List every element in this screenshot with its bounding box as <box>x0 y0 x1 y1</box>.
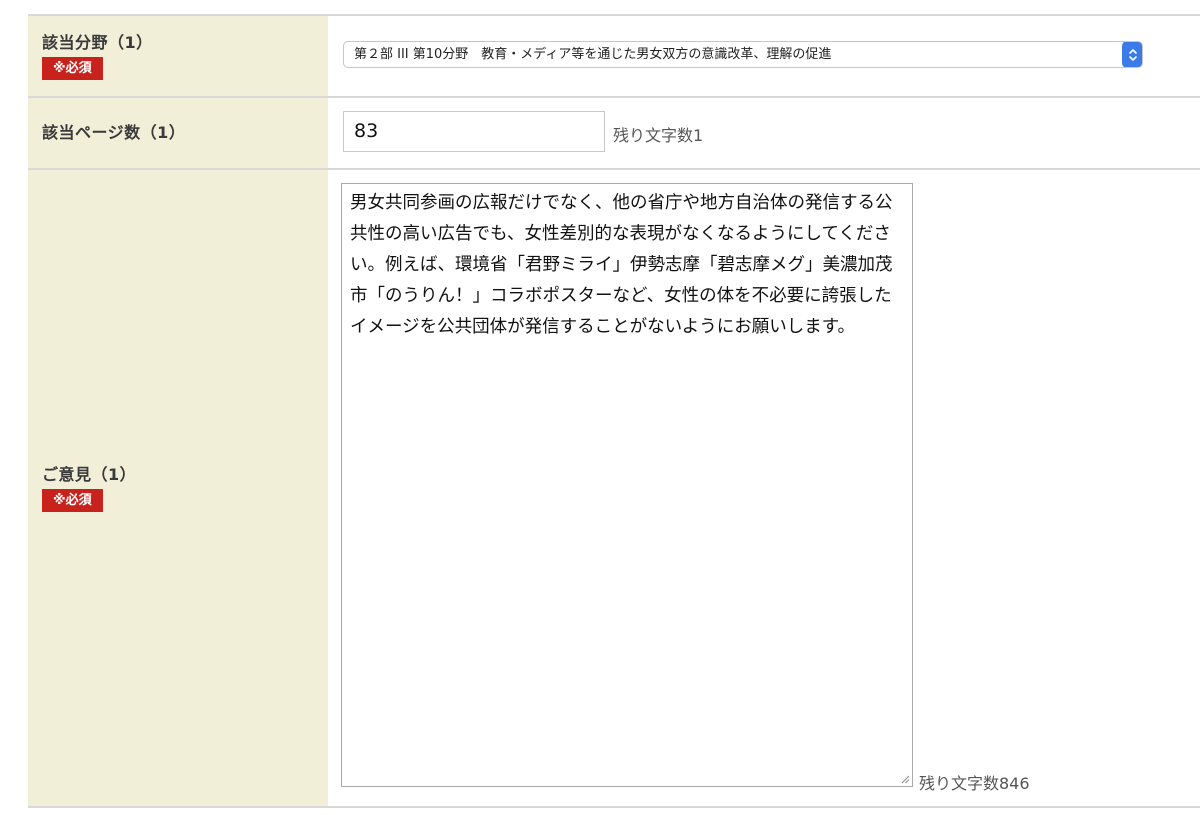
area-value-cell: 第２部 III 第10分野 教育・メディア等を通じた男女双方の意識改革、理解の促… <box>338 16 1200 96</box>
resize-grip-icon[interactable] <box>900 774 910 784</box>
area-select[interactable]: 第２部 III 第10分野 教育・メディア等を通じた男女双方の意識改革、理解の促… <box>343 41 1143 68</box>
area-label-cell: 該当分野（1） ※必須 <box>28 16 328 96</box>
page-number-input[interactable]: 83 <box>343 111 605 152</box>
page-label: 該当ページ数（1） <box>42 123 186 142</box>
form-row-area: 該当分野（1） ※必須 第２部 III 第10分野 教育・メディア等を通じた男女… <box>28 14 1200 96</box>
form-row-page: 該当ページ数（1） 83 残り文字数1 <box>28 96 1200 168</box>
area-label: 該当分野（1） <box>42 33 153 52</box>
opinion-label: ご意見（1） <box>42 464 137 484</box>
up-down-chevron-icon[interactable] <box>1122 42 1142 67</box>
opinion-value-cell: 男女共同参画の広報だけでなく、他の省庁や地方自治体の発信する公共性の高い広告でも… <box>338 170 1200 806</box>
page-remaining-chars: 残り文字数1 <box>613 126 704 145</box>
form-row-opinion: ご意見（1） ※必須 男女共同参画の広報だけでなく、他の省庁や地方自治体の発信す… <box>28 168 1200 808</box>
opinion-textarea[interactable]: 男女共同参画の広報だけでなく、他の省庁や地方自治体の発信する公共性の高い広告でも… <box>341 183 913 787</box>
area-select-value: 第２部 III 第10分野 教育・メディア等を通じた男女双方の意識改革、理解の促… <box>354 47 832 62</box>
required-badge: ※必須 <box>42 57 103 80</box>
opinion-remaining-chars: 残り文字数846 <box>919 774 1030 793</box>
opinion-label-cell: ご意見（1） ※必須 <box>28 170 328 806</box>
page-value-cell: 83 残り文字数1 <box>338 98 1200 168</box>
opinion-form: 該当分野（1） ※必須 第２部 III 第10分野 教育・メディア等を通じた男女… <box>28 14 1200 808</box>
opinion-text: 男女共同参画の広報だけでなく、他の省庁や地方自治体の発信する公共性の高い広告でも… <box>350 193 893 337</box>
required-badge: ※必須 <box>42 488 103 512</box>
page-label-cell: 該当ページ数（1） <box>28 98 328 168</box>
